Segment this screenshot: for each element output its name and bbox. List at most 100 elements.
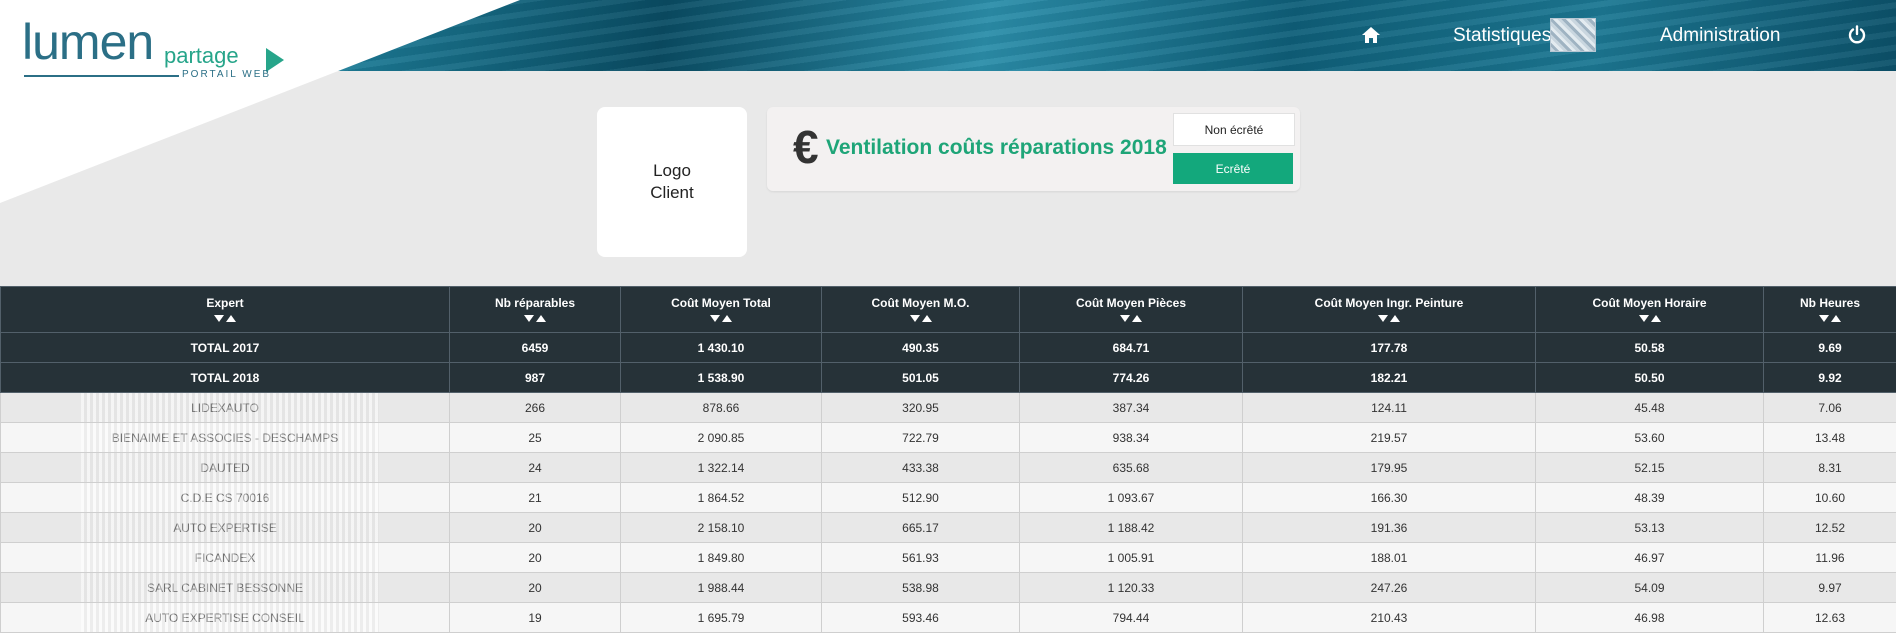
lumen-partage-logo[interactable]: lumen partage PORTAIL WEB xyxy=(22,14,282,84)
sort-arrows-icon[interactable] xyxy=(450,315,620,323)
sort-arrows-icon[interactable] xyxy=(1020,315,1242,323)
nav-administration[interactable]: Administration xyxy=(1660,22,1780,50)
table-cell: 1 188.42 xyxy=(1020,513,1243,543)
expert-name: AUTO EXPERTISE xyxy=(173,521,277,535)
sort-asc-icon[interactable] xyxy=(1132,315,1142,322)
total-cell: 684.71 xyxy=(1020,333,1243,363)
column-header[interactable]: Coût Moyen Horaire xyxy=(1536,287,1764,333)
power-icon[interactable] xyxy=(1846,24,1868,46)
column-header-label: Nb réparables xyxy=(495,296,575,310)
table-cell: 878.66 xyxy=(621,393,822,423)
sort-desc-icon[interactable] xyxy=(1639,315,1649,322)
sort-desc-icon[interactable] xyxy=(1378,315,1388,322)
column-header[interactable]: Coût Moyen Pièces xyxy=(1020,287,1243,333)
expert-name-cell: AUTO EXPERTISE CONSEIL xyxy=(1,603,450,633)
column-header[interactable]: Nb Heures xyxy=(1764,287,1896,333)
sort-desc-icon[interactable] xyxy=(910,315,920,322)
expert-name-cell: BIENAIME ET ASSOCIES - DESCHAMPS xyxy=(1,423,450,453)
expert-name-cell: FICANDEX xyxy=(1,543,450,573)
table-cell: 45.48 xyxy=(1536,393,1764,423)
sort-desc-icon[interactable] xyxy=(1819,315,1829,322)
client-logo-box: Logo Client xyxy=(597,107,747,257)
total-cell: 774.26 xyxy=(1020,363,1243,393)
table-cell: 13.48 xyxy=(1764,423,1896,453)
total-cell: 1 538.90 xyxy=(621,363,822,393)
column-header-label: Coût Moyen Ingr. Peinture xyxy=(1315,296,1464,310)
column-header[interactable]: Coût Moyen Total xyxy=(621,287,822,333)
table-cell: 1 120.33 xyxy=(1020,573,1243,603)
table-cell: 2 158.10 xyxy=(621,513,822,543)
table-cell: 52.15 xyxy=(1536,453,1764,483)
expert-name-cell: AUTO EXPERTISE xyxy=(1,513,450,543)
table-row[interactable]: FICANDEX201 849.80561.931 005.91188.0146… xyxy=(1,543,1896,573)
column-header-label: Nb Heures xyxy=(1800,296,1860,310)
table-cell: 179.95 xyxy=(1243,453,1536,483)
table-cell: 188.01 xyxy=(1243,543,1536,573)
sort-asc-icon[interactable] xyxy=(922,315,932,322)
total-row: TOTAL 20189871 538.90501.05774.26182.215… xyxy=(1,363,1896,393)
column-header-label: Expert xyxy=(206,296,243,310)
table-cell: 266 xyxy=(450,393,621,423)
sort-asc-icon[interactable] xyxy=(722,315,732,322)
column-header[interactable]: Expert xyxy=(1,287,450,333)
sort-arrows-icon[interactable] xyxy=(1,315,449,323)
total-row: TOTAL 201764591 430.10490.35684.71177.78… xyxy=(1,333,1896,363)
table-cell: 593.46 xyxy=(822,603,1020,633)
total-cell: 9.69 xyxy=(1764,333,1896,363)
logo-underline xyxy=(24,75,179,77)
sort-asc-icon[interactable] xyxy=(1390,315,1400,322)
table-cell: 320.95 xyxy=(822,393,1020,423)
stats-thumbnail xyxy=(1550,18,1596,52)
table-row[interactable]: AUTO EXPERTISE CONSEIL191 695.79593.4679… xyxy=(1,603,1896,633)
total-cell: 490.35 xyxy=(822,333,1020,363)
sort-arrows-icon[interactable] xyxy=(1536,315,1763,323)
table-cell: 46.97 xyxy=(1536,543,1764,573)
table-row[interactable]: DAUTED241 322.14433.38635.68179.9552.158… xyxy=(1,453,1896,483)
ecrete-button[interactable]: Ecrêté xyxy=(1173,153,1293,184)
expert-name: LIDEXAUTO xyxy=(191,401,259,415)
sort-arrows-icon[interactable] xyxy=(1764,315,1896,323)
expert-name: SARL CABINET BESSONNE xyxy=(147,581,303,595)
table-cell: 8.31 xyxy=(1764,453,1896,483)
sort-arrows-icon[interactable] xyxy=(1243,315,1535,323)
total-cell: 1 430.10 xyxy=(621,333,822,363)
table-cell: 9.97 xyxy=(1764,573,1896,603)
table-cell: 12.63 xyxy=(1764,603,1896,633)
table-cell: 11.96 xyxy=(1764,543,1896,573)
home-icon[interactable] xyxy=(1360,24,1382,46)
client-logo-line2: Client xyxy=(650,182,693,204)
table-cell: 794.44 xyxy=(1020,603,1243,633)
table-row[interactable]: LIDEXAUTO266878.66320.95387.34124.1145.4… xyxy=(1,393,1896,423)
sort-arrows-icon[interactable] xyxy=(621,315,821,323)
table-cell: 635.68 xyxy=(1020,453,1243,483)
nav-statistiques[interactable]: Statistiques xyxy=(1453,22,1551,50)
sort-asc-icon[interactable] xyxy=(226,315,236,322)
sort-asc-icon[interactable] xyxy=(1831,315,1841,322)
table-cell: 561.93 xyxy=(822,543,1020,573)
column-header-label: Coût Moyen Pièces xyxy=(1076,296,1186,310)
total-cell: 6459 xyxy=(450,333,621,363)
table-cell: 166.30 xyxy=(1243,483,1536,513)
sort-arrows-icon[interactable] xyxy=(822,315,1019,323)
table-cell: 722.79 xyxy=(822,423,1020,453)
sort-asc-icon[interactable] xyxy=(536,315,546,322)
table-row[interactable]: AUTO EXPERTISE202 158.10665.171 188.4219… xyxy=(1,513,1896,543)
table-row[interactable]: C.D.E CS 70016211 864.52512.901 093.6716… xyxy=(1,483,1896,513)
column-header[interactable]: Coût Moyen Ingr. Peinture xyxy=(1243,287,1536,333)
sort-desc-icon[interactable] xyxy=(710,315,720,322)
sort-desc-icon[interactable] xyxy=(214,315,224,322)
sort-desc-icon[interactable] xyxy=(524,315,534,322)
table-cell: 10.60 xyxy=(1764,483,1896,513)
expert-name: BIENAIME ET ASSOCIES - DESCHAMPS xyxy=(112,431,339,445)
sort-desc-icon[interactable] xyxy=(1120,315,1130,322)
sort-asc-icon[interactable] xyxy=(1651,315,1661,322)
column-header[interactable]: Nb réparables xyxy=(450,287,621,333)
column-header[interactable]: Coût Moyen M.O. xyxy=(822,287,1020,333)
table-cell: 387.34 xyxy=(1020,393,1243,423)
non-ecrete-button[interactable]: Non écrêté xyxy=(1173,113,1295,146)
table-row[interactable]: SARL CABINET BESSONNE201 988.44538.981 1… xyxy=(1,573,1896,603)
table-cell: 433.38 xyxy=(822,453,1020,483)
table-row[interactable]: BIENAIME ET ASSOCIES - DESCHAMPS252 090.… xyxy=(1,423,1896,453)
table-cell: 54.09 xyxy=(1536,573,1764,603)
table-cell: 1 864.52 xyxy=(621,483,822,513)
